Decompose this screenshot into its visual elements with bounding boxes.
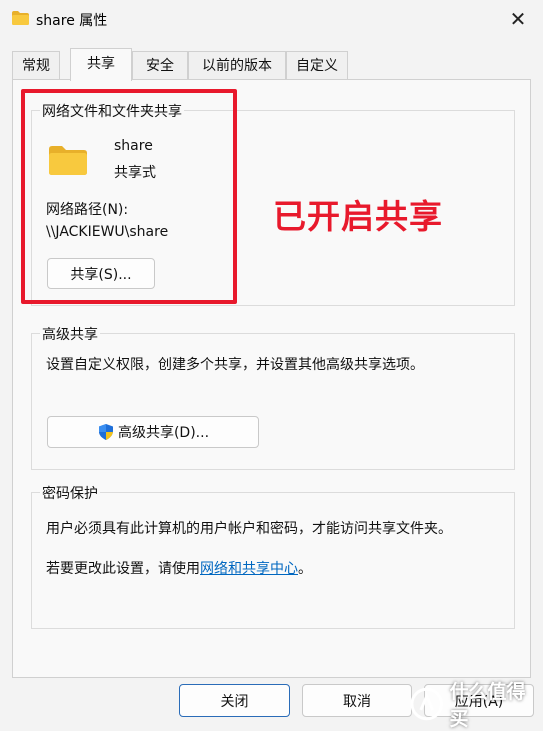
group-title: 密码保护 — [40, 483, 100, 503]
password-protection-description: 用户必须具有此计算机的用户帐户和密码，才能访问共享文件夹。 — [46, 521, 452, 537]
advanced-sharing-group: 高级共享 设置自定义权限，创建多个共享，并设置其他高级共享选项。 高级共享(D)… — [31, 324, 515, 470]
network-sharing-center-link[interactable]: 网络和共享中心 — [200, 561, 298, 577]
window-title: share 属性 — [36, 13, 108, 29]
watermark-logo-icon — [410, 687, 443, 721]
hint-prefix: 若要更改此设置，请使用 — [46, 561, 200, 577]
watermark-text: 什么值得买 — [449, 681, 526, 730]
advanced-sharing-button[interactable]: 高级共享(D)... — [47, 416, 259, 448]
advanced-sharing-button-label: 高级共享(D)... — [117, 425, 210, 441]
annotation-text: 已开启共享 — [273, 197, 443, 236]
annotation-highlight-box — [21, 89, 237, 304]
hint-suffix: 。 — [298, 561, 312, 577]
tab-security[interactable]: 安全 — [132, 51, 188, 79]
password-protection-group: 密码保护 用户必须具有此计算机的用户帐户和密码，才能访问共享文件夹。 若要更改此… — [31, 483, 515, 629]
tab-previous-versions[interactable]: 以前的版本 — [188, 51, 286, 79]
close-window-button[interactable]: ✕ — [501, 6, 535, 32]
tab-customize[interactable]: 自定义 — [286, 51, 348, 79]
folder-icon — [12, 11, 29, 25]
tab-sharing[interactable]: 共享 — [70, 48, 132, 81]
close-icon: ✕ — [509, 7, 527, 31]
advanced-sharing-description: 设置自定义权限，创建多个共享，并设置其他高级共享选项。 — [46, 357, 424, 373]
group-title: 高级共享 — [40, 324, 100, 344]
close-button[interactable]: 关闭 — [179, 684, 290, 717]
shield-icon — [98, 424, 113, 440]
cancel-button[interactable]: 取消 — [302, 684, 412, 717]
title-bar: share 属性 ✕ — [0, 0, 543, 38]
tab-general[interactable]: 常规 — [12, 51, 60, 79]
watermark: 什么值得买 — [410, 681, 543, 730]
password-change-hint: 若要更改此设置，请使用网络和共享中心。 — [46, 558, 312, 578]
